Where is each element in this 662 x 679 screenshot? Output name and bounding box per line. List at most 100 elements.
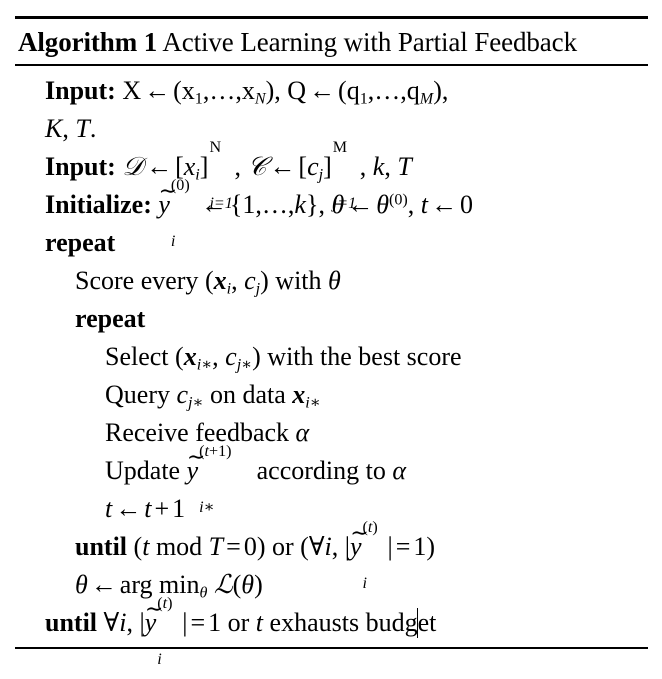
exhausts-budget-text: exhausts budget [269, 608, 436, 638]
num-1b: 1 [172, 494, 186, 523]
paren-open: ( [173, 76, 182, 105]
num-0: 0 [460, 190, 474, 219]
equals-2: = [395, 532, 411, 561]
var-x: x [181, 76, 195, 105]
paren-open-4: ( [175, 342, 184, 371]
algorithm-line-repeat-outer: repeat [15, 224, 648, 262]
arrow-icon-9: ← [90, 570, 117, 599]
arrow-icon-6: ← [347, 190, 374, 219]
with-best-score-text: with the best score [267, 342, 462, 371]
arrow-icon-2: ← [309, 76, 336, 105]
theta-2: θ [376, 190, 389, 219]
subscript-istar-1: i∗ [196, 356, 213, 374]
algorithm-bottom-rule [15, 647, 648, 649]
query-text: Query [105, 380, 170, 409]
brace-open: { [229, 190, 243, 219]
bar-close-1: | [387, 532, 393, 561]
algorithm-line-until-outer: until ∀i, | ∼ y (t) i | = 1 or t exhausts budge… [15, 595, 648, 668]
subscript-1: 1 [194, 90, 203, 108]
paren-close-7: ) [254, 570, 263, 599]
paren-close-2: ) [433, 76, 442, 105]
select-text: Select [105, 342, 169, 371]
input-label-2: Input: [45, 152, 116, 181]
comma-14: , [407, 190, 415, 219]
mod-operator: mod [155, 532, 203, 561]
var-q-2: q [406, 76, 420, 105]
algorithm-line-input-2: Input: 𝒟 ← [xi] Ni=1, 𝒞 ← [cj] Mj=1, k, T [15, 139, 648, 212]
subscript-1b: 1 [359, 90, 368, 108]
y-tilde-4: ∼ y [145, 596, 164, 642]
subscript-N: N [254, 90, 266, 108]
arrow-icon-8: ← [115, 494, 142, 523]
theta-3: θ [328, 266, 341, 295]
var-T-3: T [208, 532, 224, 561]
comma-17: , [331, 532, 339, 561]
comma-18: , [126, 608, 133, 637]
paren-close: ) [265, 76, 275, 105]
var-T-2: T [397, 152, 412, 181]
paren-close-4: ) [252, 342, 261, 371]
var-t-1: t [420, 190, 429, 219]
subscript-istar-2: i∗ [305, 394, 321, 412]
paren-close-3: ) [260, 266, 269, 295]
algorithm-title-name: Active Learning with Partial Feedback [162, 27, 577, 57]
algorithm-body: Input: X ← (x1,…,xN), Q ← (q1,…,qM), K, T. I… [15, 66, 648, 668]
initialize-label: Initialize: [45, 190, 152, 219]
subscript-i-5: i [157, 650, 162, 668]
superscript-t-2: (t) [157, 594, 173, 612]
arrow-icon-5: ← [200, 190, 227, 219]
superscript-t-1: (t) [362, 518, 378, 536]
superscript-t-plus-1: (t+1) [199, 442, 232, 460]
algorithm-title-keyword: Algorithm 1 [18, 27, 158, 57]
var-t-5: t [255, 608, 264, 637]
var-k: k [372, 152, 385, 181]
period-1: . [89, 114, 97, 143]
var-Q: Q [287, 76, 307, 105]
num-1d: 1 [208, 608, 222, 637]
brace-close: } [305, 190, 319, 219]
algorithm-line-theta-update: θ ← arg minθ ℒ(θ) [15, 566, 648, 604]
set-D: 𝒟 [122, 152, 144, 182]
algorithm-line-repeat-inner: repeat [15, 300, 648, 338]
theta-1: θ [331, 190, 345, 219]
subscript-jstar-1: j∗ [236, 356, 253, 374]
paren-open-6: ( [300, 532, 309, 561]
var-c: c [307, 152, 319, 181]
algorithm-line-until-inner: until (t mod T = 0) or (∀i, | ∼ y (t) i | = 1) [15, 519, 648, 592]
score-every-text: Score every [75, 266, 199, 295]
var-k-2: k [294, 190, 306, 219]
paren-open-5: ( [133, 532, 143, 561]
bracket-close: ] [199, 152, 209, 181]
forall-icon-2: ∀ [103, 608, 120, 637]
algorithm-title: Algorithm 1 Active Learning with Partial… [15, 19, 648, 64]
algorithm-line-select: Select (xi∗, cj∗) with the best score [15, 338, 648, 376]
var-x-bold-2: x [183, 342, 197, 371]
with-text-1: with [275, 266, 322, 295]
paren-open-7: ( [232, 570, 242, 599]
or-text-2: or [227, 608, 250, 637]
var-c-4: c [176, 380, 189, 409]
superscript-0b: (0) [389, 191, 408, 209]
var-x-bold-3: x [292, 380, 306, 409]
var-t-4: t [142, 532, 150, 561]
exhausts-budget-before-caret: exhausts budg [269, 608, 418, 637]
on-data-text: on data [209, 380, 286, 409]
forall-icon-1: ∀ [308, 532, 325, 561]
comma-3: , [274, 76, 281, 105]
paren-close-5: ) [256, 532, 266, 561]
var-c-3: c [225, 342, 237, 371]
num-0b: 0 [243, 532, 257, 561]
limit-upper-M: M [332, 138, 348, 156]
num-1: 1 [242, 190, 256, 219]
until-keyword-outer: until [45, 608, 98, 637]
ellipsis-1: … [209, 76, 236, 105]
equals-3: = [190, 608, 206, 637]
bracket-open-2: [ [298, 152, 308, 181]
or-text-1: or [271, 532, 294, 561]
algorithm-line-update: Update ∼ y (t+1) i∗ according to α [15, 443, 648, 516]
repeat-keyword-outer: repeat [45, 228, 116, 257]
according-to-text: according to [256, 456, 386, 485]
algorithm-line-score: Score every (xi, cj) with θ [15, 262, 648, 300]
num-1c: 1 [413, 532, 427, 561]
arrow-icon-4: ← [269, 152, 296, 181]
